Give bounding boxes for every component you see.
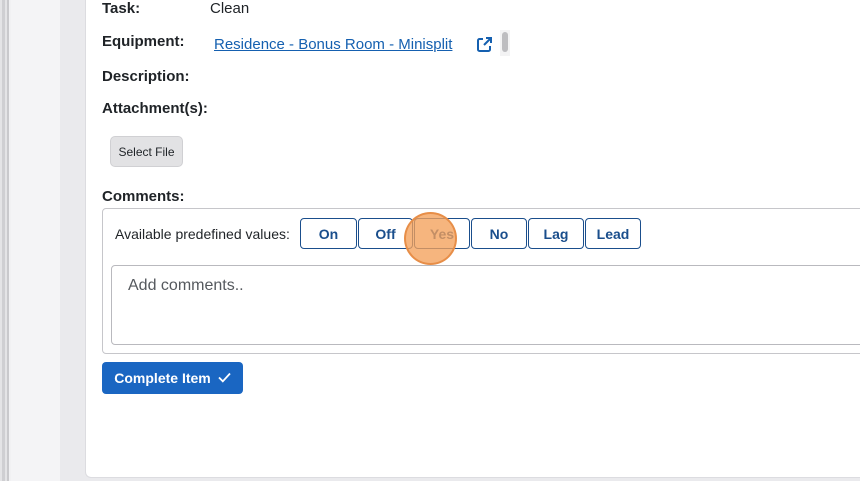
comments-label: Comments: <box>102 188 185 205</box>
comments-input[interactable] <box>111 265 860 345</box>
description-label: Description: <box>102 68 190 85</box>
predefined-values-label: Available predefined values: <box>115 226 290 242</box>
predefined-value-lag[interactable]: Lag <box>528 218 584 249</box>
task-value: Clean <box>210 0 250 17</box>
predefined-value-lead[interactable]: Lead <box>585 218 641 249</box>
predefined-value-yes[interactable]: Yes <box>414 218 470 249</box>
predefined-value-on[interactable]: On <box>300 218 357 249</box>
predefined-value-off[interactable]: Off <box>358 218 413 249</box>
equipment-link[interactable]: Residence - Bonus Room - Minisplit <box>214 36 452 53</box>
select-file-button[interactable]: Select File <box>110 136 183 167</box>
complete-item-label: Complete Item <box>114 370 211 386</box>
task-label: Task: <box>102 0 141 17</box>
checkmark-icon <box>218 370 231 386</box>
equipment-label: Equipment: <box>102 33 185 50</box>
attachments-label: Attachment(s): <box>102 100 208 117</box>
external-link-icon[interactable] <box>476 36 493 58</box>
predefined-value-no[interactable]: No <box>471 218 527 249</box>
equipment-scrollbar-thumb[interactable] <box>502 32 508 52</box>
complete-item-button[interactable]: Complete Item <box>102 362 243 394</box>
left-scroll-rail <box>0 0 9 481</box>
